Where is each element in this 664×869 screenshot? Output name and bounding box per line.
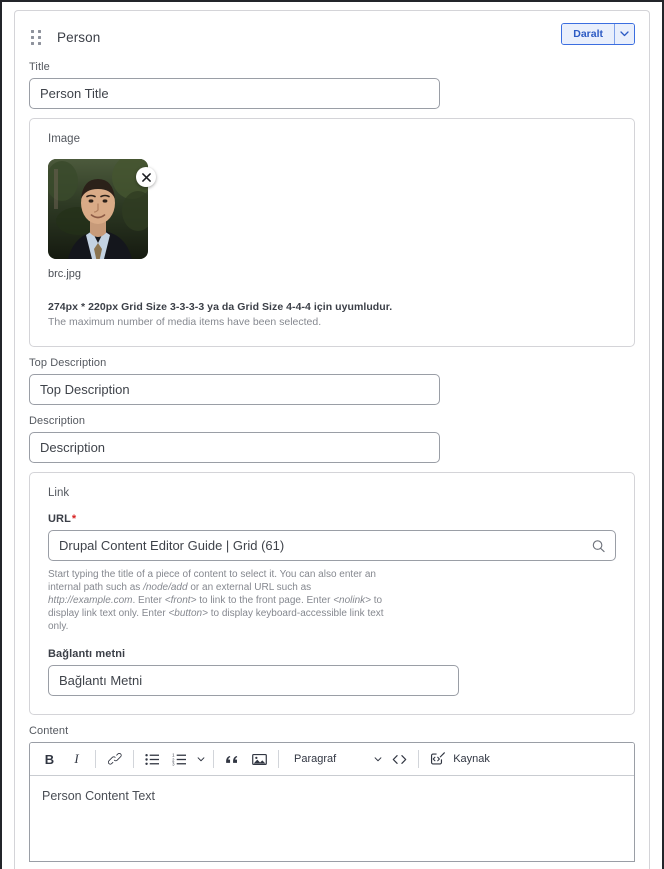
bold-icon[interactable]: B [36, 747, 63, 772]
svg-text:3: 3 [172, 761, 175, 765]
help-i3: <front> [164, 595, 197, 606]
toolbar-separator [133, 750, 134, 768]
chevron-down-icon[interactable] [614, 24, 634, 44]
description-input[interactable] [29, 432, 440, 463]
paragraph-type-label: Person [57, 29, 101, 45]
top-description-input[interactable] [29, 374, 440, 405]
image-size-note: 274px * 220px Grid Size 3-3-3-3 ya da Gr… [48, 301, 393, 313]
toolbar-separator [278, 750, 279, 768]
ckeditor-toolbar: B I 1 2 3 Paragraf Kaynak [30, 743, 634, 776]
paragraph-header: Person Daralt [15, 11, 649, 51]
numbered-list-icon[interactable]: 1 2 3 [166, 747, 193, 772]
help-i2: http://example.com [48, 595, 133, 606]
blockquote-icon[interactable] [219, 747, 246, 772]
help-p3: . Enter [132, 595, 165, 606]
link-text-input[interactable] [48, 665, 459, 696]
title-input[interactable] [29, 78, 440, 109]
title-label: Title [29, 61, 50, 73]
drag-dots-icon[interactable] [31, 29, 43, 45]
image-max-note: The maximum number of media items have b… [48, 316, 322, 328]
screenshot-frame: Person Daralt Title Image [0, 0, 664, 869]
paragraph-person-card: Person Daralt Title Image [14, 10, 650, 869]
ckeditor: B I 1 2 3 Paragraf Kaynak Person Content… [29, 742, 635, 862]
content-field: Content [15, 725, 649, 737]
help-i5: <button> [168, 608, 208, 619]
link-text-label: Bağlantı metni [48, 648, 126, 660]
toolbar-separator [418, 750, 420, 768]
description-field: Description [15, 415, 649, 463]
image-label: Image [48, 133, 80, 145]
search-icon[interactable] [592, 539, 605, 552]
content-label: Content [29, 725, 69, 737]
bulleted-list-icon[interactable] [139, 747, 166, 772]
source-label: Kaynak [453, 753, 490, 765]
help-i4: <nolink> [333, 595, 371, 606]
title-field: Title [15, 61, 649, 109]
image-field-card: Image brc.jpg 274px * 220px Grid Size 3-… [29, 118, 635, 347]
required-marker: * [71, 513, 77, 525]
help-p2: or an external URL such as [187, 582, 312, 593]
url-label-text: URL [48, 513, 71, 525]
description-label: Description [29, 415, 86, 427]
paragraph-format-dropdown[interactable]: Paragraf [284, 747, 386, 772]
collapse-button-group: Daralt [561, 23, 635, 45]
close-icon[interactable] [136, 167, 156, 187]
toolbar-separator [213, 750, 214, 768]
source-editing-button[interactable]: Kaynak [424, 747, 498, 772]
italic-icon[interactable]: I [63, 747, 90, 772]
chevron-down-icon[interactable] [193, 747, 208, 772]
url-input[interactable] [48, 530, 616, 561]
media-file-name: brc.jpg [48, 268, 82, 280]
help-i1: /node/add [143, 582, 188, 593]
media-thumbnail[interactable] [48, 159, 148, 259]
collapse-button[interactable]: Daralt [562, 24, 614, 44]
source-code-icon[interactable] [386, 747, 413, 772]
link-icon[interactable] [101, 747, 128, 772]
url-input-wrap [48, 530, 616, 561]
source-editing-icon [431, 752, 446, 765]
top-description-field: Top Description [15, 357, 649, 405]
top-description-label: Top Description [29, 357, 107, 369]
chevron-down-icon [374, 756, 382, 761]
link-label: Link [48, 487, 70, 499]
url-label: URL* [48, 513, 616, 525]
url-help-text: Start typing the title of a piece of con… [48, 568, 398, 633]
link-field-card: Link URL* Start typing the title of a pi… [29, 472, 635, 715]
ckeditor-body[interactable]: Person Content Text [30, 776, 634, 861]
help-p4: to link to the front page. Enter [196, 595, 334, 606]
paragraph-format-label: Paragraf [294, 753, 337, 765]
image-icon[interactable] [246, 747, 273, 772]
media-item [48, 159, 156, 259]
toolbar-separator [95, 750, 96, 768]
